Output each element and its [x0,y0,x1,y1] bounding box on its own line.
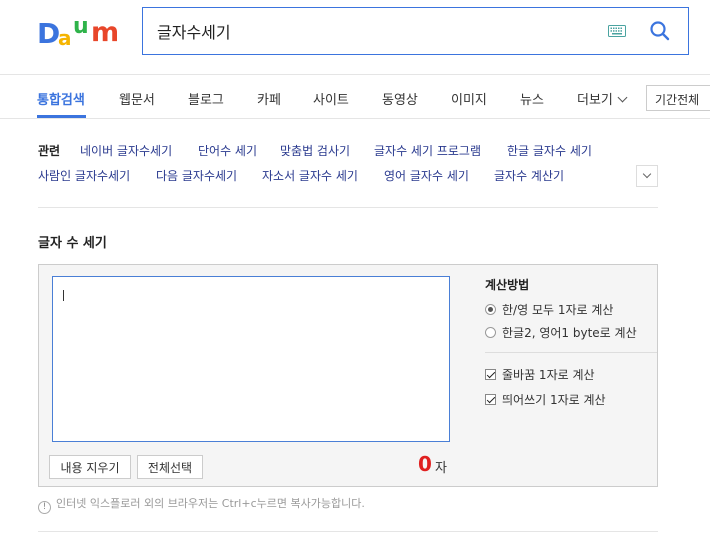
chevron-down-icon [617,92,628,103]
option-newline[interactable]: 줄바꿈 1자로 계산 [485,366,595,383]
info-icon: ! [38,501,51,514]
tab-site[interactable]: 사이트 [313,89,349,108]
tab-image[interactable]: 이미지 [451,89,487,108]
related-link[interactable]: 맞춤법 검사기 [280,142,350,159]
counter-title: 글자 수 세기 [38,236,107,251]
related-link[interactable]: 단어수 세기 [198,142,257,159]
radio-selected[interactable] [485,304,496,315]
active-tab-indicator [37,115,86,118]
divider [38,531,658,532]
text-caret [63,290,64,301]
char-count: 0 [418,452,432,476]
header: D a u m [0,0,710,75]
tab-web[interactable]: 웹문서 [119,89,155,108]
divider [485,352,657,353]
tab-news[interactable]: 뉴스 [520,89,544,108]
period-filter[interactable]: 기간전체 [646,85,710,111]
tab-all[interactable]: 통합검색 [37,89,85,108]
related-title: 관련 [38,144,61,158]
search-box [142,7,689,55]
method-label: 한글2, 영어1 byte로 계산 [502,326,637,340]
tab-blog[interactable]: 블로그 [188,89,224,108]
tab-video[interactable]: 동영상 [382,89,418,108]
method-option-byte[interactable]: 한글2, 영어1 byte로 계산 [485,324,637,341]
tab-more-label: 더보기 [577,93,613,108]
logo-letter-m: m [91,17,120,48]
chevron-down-icon [642,169,652,179]
search-input[interactable] [157,8,587,54]
related-link[interactable]: 영어 글자수 세기 [384,167,469,184]
related-link[interactable]: 사람인 글자수세기 [38,167,130,184]
related-link[interactable]: 한글 글자수 세기 [507,142,592,159]
copy-notice: ! 인터넷 익스플로러 외의 브라우저는 Ctrl+c누르면 복사가능합니다. [38,495,365,514]
counter-textarea[interactable] [52,276,450,442]
clear-content-button[interactable]: 내용 지우기 [49,455,131,479]
radio-unselected[interactable] [485,327,496,338]
related-link[interactable]: 글자수 계산기 [494,167,564,184]
tab-more[interactable]: 더보기 [577,89,628,108]
logo-letter-u: u [73,14,89,39]
daum-logo[interactable]: D a u m [37,14,127,50]
select-all-button[interactable]: 전체선택 [137,455,203,479]
related-link[interactable]: 글자수 세기 프로그램 [374,142,481,159]
counter-panel: 내용 지우기 전체선택 0 자 계산방법 한/영 모두 1자로 계산 한글2, … [38,264,658,487]
logo-letter-d: D [37,17,61,50]
method-option-all-one[interactable]: 한/영 모두 1자로 계산 [485,301,613,318]
option-label: 줄바꿈 1자로 계산 [502,368,595,382]
related-link[interactable]: 자소서 글자수 세기 [262,167,358,184]
related-link[interactable]: 다음 글자수세기 [156,167,237,184]
checkbox-checked[interactable] [485,369,496,380]
search-icon[interactable] [648,19,672,43]
divider [38,207,658,208]
method-label: 한/영 모두 1자로 계산 [502,303,614,317]
method-title: 계산방법 [485,278,530,292]
search-tabs: 통합검색 웹문서 블로그 카페 사이트 동영상 이미지 뉴스 더보기 기간전체 [0,76,710,119]
related-link[interactable]: 네이버 글자수세기 [80,142,172,159]
checkbox-checked[interactable] [485,394,496,405]
option-space[interactable]: 띄어쓰기 1자로 계산 [485,391,606,408]
logo-letter-a: a [58,26,72,50]
related-expand-button[interactable] [636,165,658,187]
tab-cafe[interactable]: 카페 [257,89,281,108]
keyboard-icon[interactable] [608,25,626,37]
notice-text: 인터넷 익스플로러 외의 브라우저는 Ctrl+c누르면 복사가능합니다. [56,497,365,510]
char-count-unit: 자 [435,461,447,476]
option-label: 띄어쓰기 1자로 계산 [502,393,606,407]
